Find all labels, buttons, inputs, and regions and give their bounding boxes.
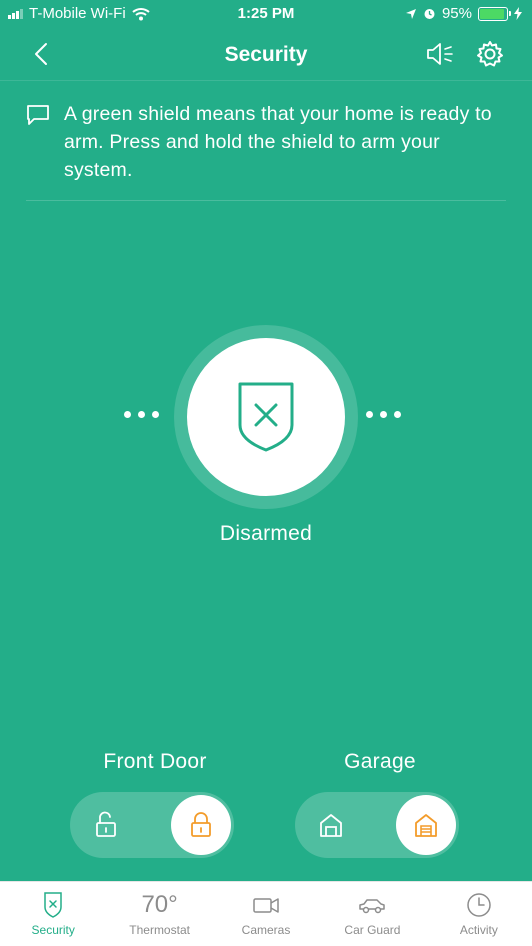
tab-car-guard[interactable]: Car Guard (319, 882, 425, 946)
device-garage: Garage (295, 750, 465, 858)
tab-security[interactable]: Security (0, 882, 106, 946)
device-name: Front Door (103, 750, 207, 773)
tab-label: Security (31, 923, 75, 937)
battery-percent: 95% (441, 5, 472, 22)
tab-label: Car Guard (344, 923, 401, 937)
car-icon (359, 899, 386, 914)
tab-bar: Security 70° Thermostat Cameras Car Guar… (0, 881, 532, 946)
nav-bar: Security (0, 30, 532, 81)
info-message: A green shield means that your home is r… (26, 100, 506, 201)
speaker-icon[interactable] (425, 41, 455, 67)
thermostat-temperature: 70° (141, 891, 178, 918)
chat-bubble-icon (27, 105, 49, 125)
status-right: 95% (405, 5, 522, 22)
gear-icon[interactable] (476, 40, 504, 68)
arm-control (0, 325, 532, 509)
tab-thermostat[interactable]: 70° Thermostat (106, 882, 212, 946)
garage-open-icon[interactable] (317, 811, 345, 839)
security-status-label: Disarmed (219, 522, 313, 545)
alarm-clock-icon (424, 9, 435, 19)
garage-closed-icon[interactable] (412, 811, 440, 839)
tab-label: Cameras (241, 923, 291, 937)
tab-label: Thermostat (129, 923, 190, 937)
battery-icon (478, 6, 511, 21)
front-door-lock-toggle[interactable] (70, 792, 234, 858)
tab-activity[interactable]: Activity (426, 882, 532, 946)
location-arrow-icon (405, 8, 416, 19)
device-front-door: Front Door (70, 750, 240, 858)
clock-icon (467, 893, 491, 917)
video-camera-icon (253, 898, 279, 913)
garage-door-toggle[interactable] (295, 792, 459, 858)
charging-bolt-icon (514, 7, 522, 20)
status-bar: T-Mobile Wi-Fi 1:25 PM 95% (0, 0, 532, 30)
dots-left-icon (124, 411, 159, 418)
dots-right-icon (366, 411, 401, 418)
tab-label: Activity (459, 923, 498, 937)
shield-x-icon[interactable] (237, 381, 295, 453)
locked-padlock-icon[interactable] (187, 811, 215, 839)
device-name: Garage (344, 750, 416, 773)
tab-cameras[interactable]: Cameras (213, 882, 319, 946)
info-message-text: A green shield means that your home is r… (64, 103, 492, 181)
unlocked-padlock-icon[interactable] (92, 811, 120, 839)
shield-x-icon (44, 892, 62, 918)
